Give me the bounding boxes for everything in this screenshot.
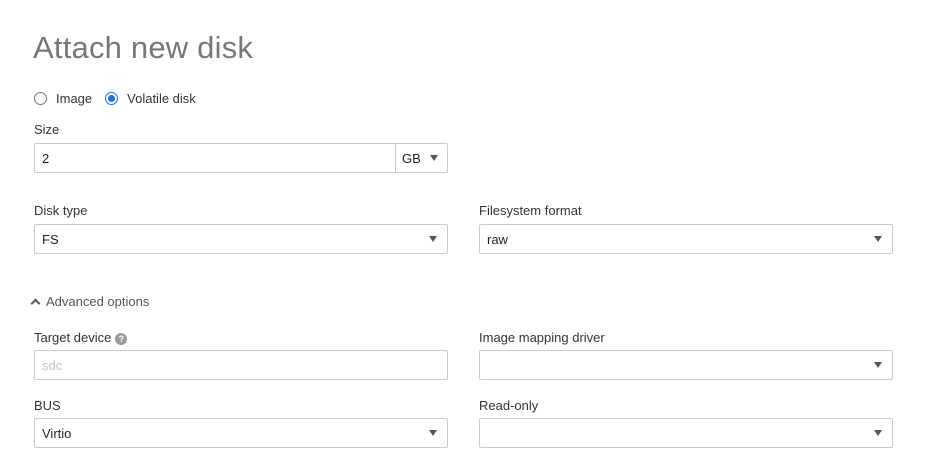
- advanced-options-toggle[interactable]: Advanced options: [29, 294, 149, 309]
- radio-image-circle[interactable]: [34, 92, 47, 105]
- radio-volatile-disk[interactable]: Volatile disk: [105, 91, 196, 106]
- disk-type-value: FS: [42, 231, 59, 247]
- size-unit-value: GB: [402, 150, 421, 166]
- dialog-title: Attach new disk: [33, 30, 254, 65]
- question-icon[interactable]: ?: [115, 333, 128, 345]
- size-input[interactable]: [42, 150, 388, 166]
- chevron-down-icon: [429, 236, 437, 242]
- bus-select[interactable]: Virtio: [34, 418, 448, 448]
- bus-label: BUS: [34, 398, 61, 413]
- size-label: Size: [34, 122, 60, 137]
- chevron-down-icon: [429, 430, 437, 436]
- read-only-select[interactable]: [479, 418, 893, 448]
- filesystem-format-value: raw: [487, 231, 508, 247]
- radio-volatile-disk-label: Volatile disk: [127, 91, 196, 106]
- image-mapping-driver-select[interactable]: [479, 350, 893, 380]
- target-device-input-wrap: [34, 350, 448, 380]
- radio-image[interactable]: Image: [34, 91, 92, 106]
- filesystem-format-select[interactable]: raw: [479, 224, 893, 254]
- target-device-input[interactable]: [42, 357, 440, 373]
- filesystem-format-label: Filesystem format: [479, 203, 582, 218]
- chevron-down-icon: [429, 155, 438, 161]
- radio-volatile-disk-circle[interactable]: [105, 92, 119, 105]
- advanced-options-label: Advanced options: [46, 294, 150, 309]
- radio-image-label: Image: [56, 91, 93, 106]
- bus-value: Virtio: [42, 425, 72, 441]
- disk-type-label: Disk type: [34, 203, 88, 218]
- read-only-label: Read-only: [479, 398, 539, 413]
- image-mapping-driver-label: Image mapping driver: [479, 330, 605, 345]
- target-device-label: Target device: [34, 330, 112, 345]
- chevron-down-icon: [874, 362, 882, 368]
- chevron-down-icon: [874, 430, 882, 436]
- disk-source-radio-group: Image Volatile disk: [34, 91, 196, 106]
- target-device-label-row: Target device?: [34, 330, 128, 345]
- chevron-down-icon: [874, 236, 882, 242]
- chevron-up-icon: [30, 298, 41, 309]
- size-input-wrap: [34, 143, 396, 173]
- disk-type-select[interactable]: FS: [34, 224, 448, 254]
- size-unit-select[interactable]: GB: [396, 143, 448, 173]
